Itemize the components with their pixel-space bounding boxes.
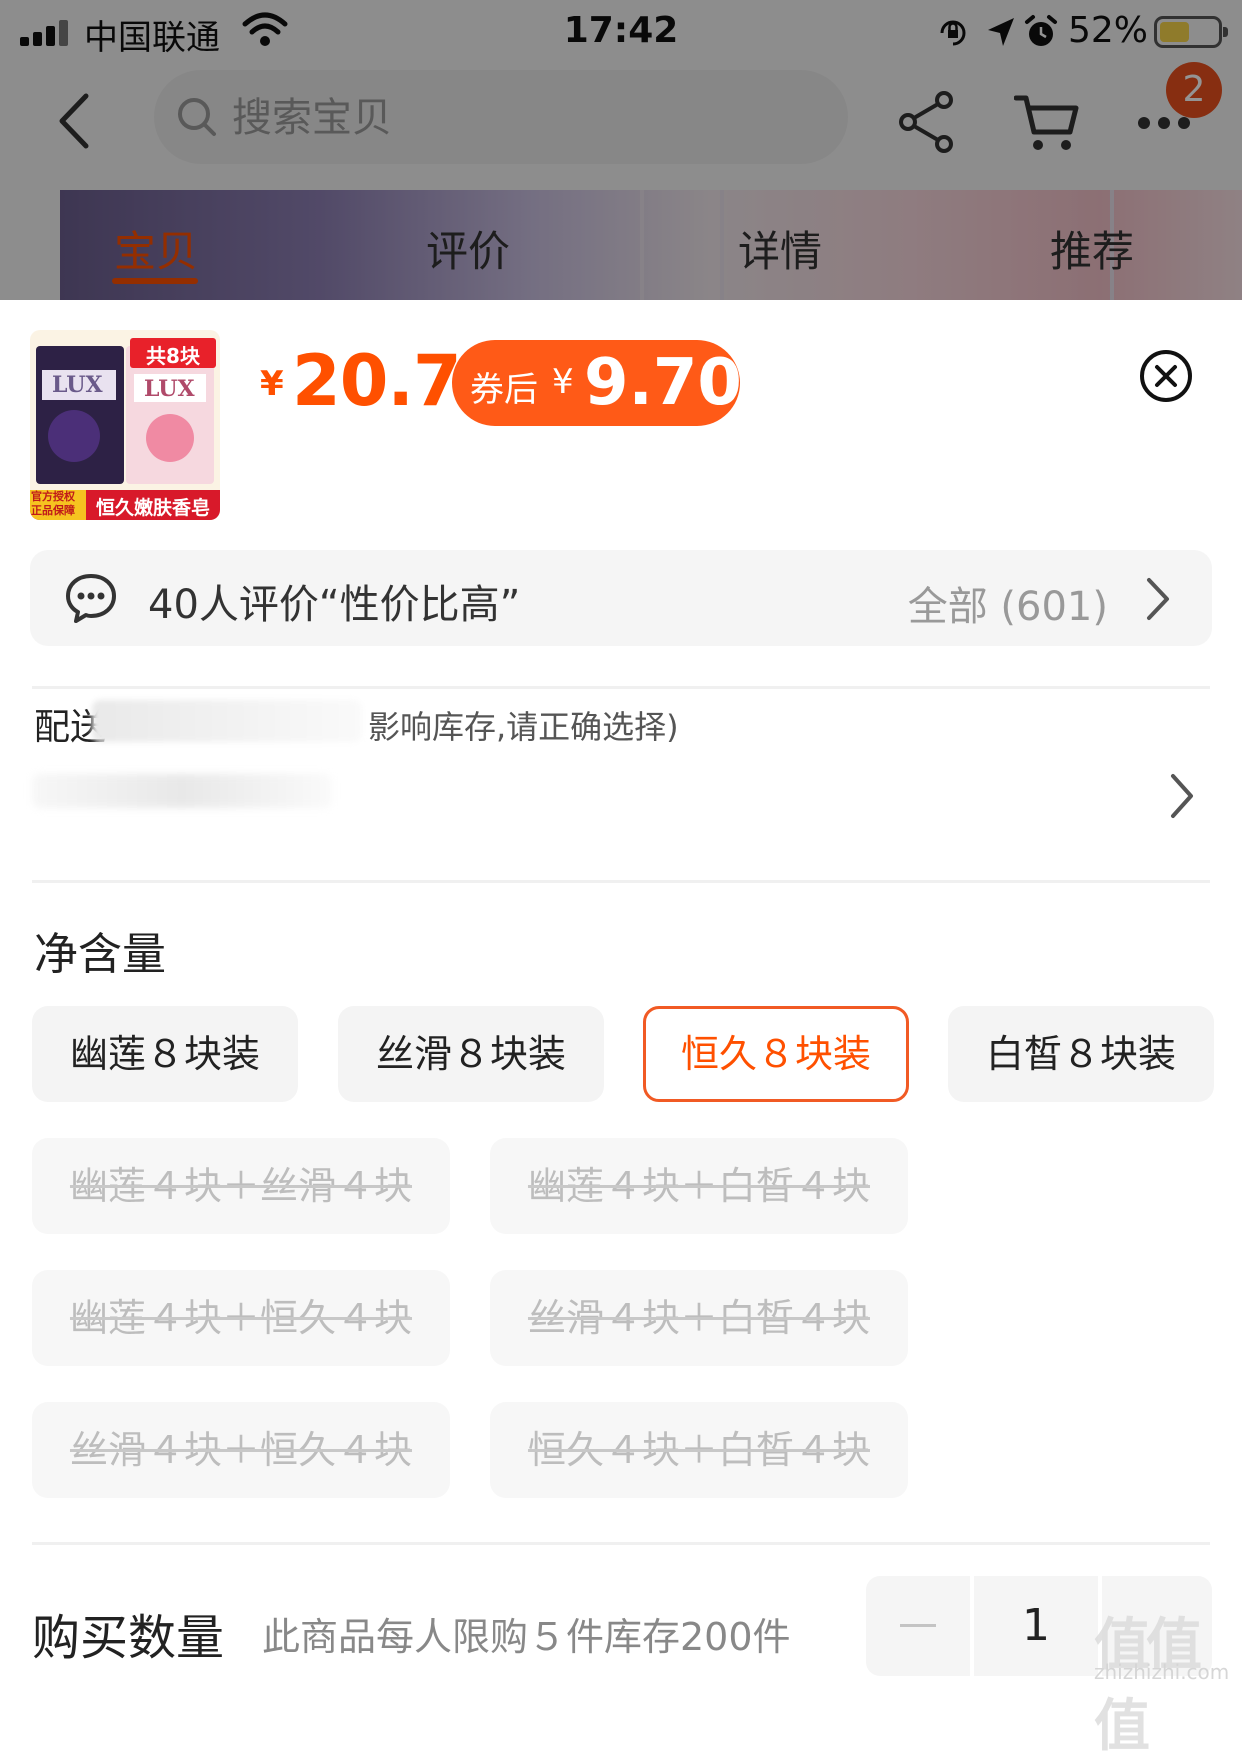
delivery-note: 影响库存,请正确选择) — [368, 708, 679, 746]
divider — [32, 1542, 1210, 1545]
product-thumbnail[interactable]: 共8块 LUX LUX 官方授权 正品保障 恒久嫩肤香皂 — [30, 330, 220, 520]
coupon-currency: ¥ — [552, 362, 574, 402]
chevron-right-icon — [1171, 774, 1193, 818]
watermark: 值值值 zhizhizhi.com — [1094, 1600, 1242, 1759]
watermark-url: zhizhizhi.com — [1094, 1660, 1230, 1684]
option-disabled[interactable]: 幽莲４块＋恒久４块 — [32, 1270, 450, 1366]
modal-backdrop[interactable] — [0, 0, 1242, 300]
quantity-label: 购买数量 — [32, 1610, 225, 1666]
divider — [32, 880, 1210, 883]
coupon-label: 券后 — [470, 370, 538, 410]
background-page: 中国联通 17:42 52% 搜索宝贝 2 宝贝 评价 详情 推荐 — [0, 0, 1242, 300]
net-content-title: 净含量 — [34, 929, 166, 980]
product-tag-authorized: 官方授权 正品保障 — [31, 490, 75, 517]
price: 20.7 — [292, 340, 462, 422]
option-hengjiu-8-selected[interactable]: 恒久８块装 — [643, 1006, 909, 1102]
product-badge-text: 共8块 — [146, 344, 200, 368]
all-reviews-link[interactable]: 全部 (601) — [908, 574, 1108, 632]
review-summary-bar[interactable]: 40人评价“性价比高” 全部 (601) — [30, 550, 1212, 646]
option-baixi-8[interactable]: 白皙８块装 — [948, 1006, 1214, 1102]
option-disabled[interactable]: 丝滑４块＋白皙４块 — [490, 1270, 908, 1366]
purchase-limit-note: 此商品每人限购５件库存200件 — [262, 1615, 791, 1659]
option-youlian-8[interactable]: 幽莲８块装 — [32, 1006, 298, 1102]
option-disabled[interactable]: 丝滑４块＋恒久４块 — [32, 1402, 450, 1498]
coupon-price: 9.70 — [584, 346, 742, 420]
decrease-button[interactable] — [866, 1576, 970, 1676]
option-sihua-8[interactable]: 丝滑８块装 — [338, 1006, 604, 1102]
delivery-row[interactable]: 配送 影响库存,请正确选择) — [32, 678, 1210, 848]
product-brand-text-2: LUX — [144, 376, 195, 402]
obscured-text — [92, 700, 362, 742]
coupon-price-pill: 券后 ¥ 9.70 — [452, 340, 742, 426]
quantity-value[interactable]: 1 — [974, 1576, 1098, 1676]
product-tag-name: 恒久嫩肤香皂 — [95, 497, 210, 519]
option-disabled[interactable]: 幽莲４块＋丝滑４块 — [32, 1138, 450, 1234]
chat-bubble-icon — [66, 574, 116, 623]
sku-selection-sheet: 共8块 LUX LUX 官方授权 正品保障 恒久嫩肤香皂 ¥ 20.7 券后 ¥… — [0, 300, 1242, 1759]
product-brand-text: LUX — [52, 372, 103, 398]
option-disabled[interactable]: 恒久４块＋白皙４块 — [490, 1402, 908, 1498]
obscured-address — [32, 774, 332, 808]
price-currency: ¥ — [260, 364, 284, 404]
close-icon[interactable] — [1138, 348, 1194, 404]
minus-icon — [900, 1624, 936, 1627]
option-disabled[interactable]: 幽莲４块＋白皙４块 — [490, 1138, 908, 1234]
review-highlight-text: 40人评价“性价比高” — [148, 582, 521, 628]
chevron-right-icon — [1147, 578, 1169, 620]
